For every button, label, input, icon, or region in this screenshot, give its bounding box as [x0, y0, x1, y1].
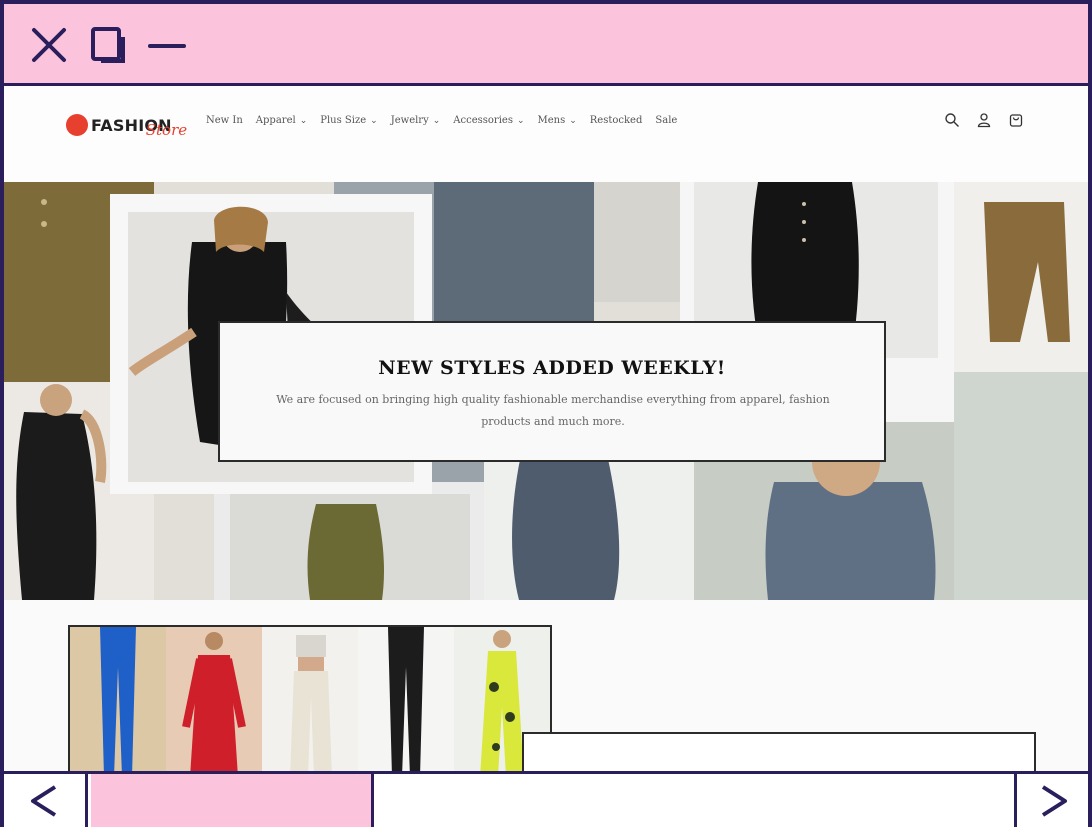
- window-titlebar: [4, 4, 1088, 86]
- minimize-icon[interactable]: [146, 24, 188, 66]
- hero-collage: NEW STYLES ADDED WEEKLY! We are focused …: [4, 182, 1088, 600]
- nav-label: New In: [206, 115, 243, 126]
- product-tile[interactable]: [358, 627, 454, 773]
- chevron-down-icon: ⌄: [516, 115, 525, 126]
- scrollbar-thumb[interactable]: [91, 774, 374, 827]
- nav-item-apparel[interactable]: Apparel ⌄: [256, 115, 307, 126]
- close-icon[interactable]: [28, 24, 70, 66]
- account-icon[interactable]: [976, 112, 992, 128]
- nav-label: Accessories: [453, 115, 513, 126]
- product-image: [182, 632, 246, 773]
- maximize-icon[interactable]: [88, 24, 130, 66]
- chevron-down-icon: ⌄: [299, 115, 308, 126]
- nav-label: Mens: [537, 115, 566, 126]
- nav-label: Sale: [655, 115, 678, 126]
- nav-item-sale[interactable]: Sale: [655, 115, 677, 126]
- product-image: [388, 627, 424, 773]
- nav-item-new-in[interactable]: New In: [206, 115, 243, 126]
- chevron-down-icon: ⌄: [569, 115, 577, 126]
- scroll-left-button[interactable]: [4, 774, 88, 827]
- product-tile[interactable]: [262, 627, 358, 773]
- product-image: [290, 635, 332, 773]
- store-logo[interactable]: FASHION Store: [66, 110, 187, 140]
- header-icons: [944, 112, 1024, 128]
- nav-item-restocked[interactable]: Restocked: [590, 115, 643, 126]
- chevron-left-icon: [30, 784, 56, 817]
- logo-mark: [66, 114, 88, 136]
- hero-title: NEW STYLES ADDED WEEKLY!: [378, 357, 726, 379]
- cart-icon[interactable]: [1008, 112, 1024, 128]
- nav-label: Restocked: [589, 115, 643, 126]
- product-image: [100, 627, 136, 773]
- main-nav: New In Apparel ⌄ Plus Size ⌄ Jewelry ⌄ Acce…: [206, 115, 690, 126]
- nav-item-accessories[interactable]: Accessories ⌄: [453, 115, 524, 126]
- nav-label: Apparel: [255, 115, 296, 126]
- nav-item-plus-size[interactable]: Plus Size ⌄: [320, 115, 377, 126]
- hero-banner: NEW STYLES ADDED WEEKLY! We are focused …: [218, 321, 886, 462]
- hero-text: We are focused on bringing high quality …: [276, 393, 830, 428]
- product-strip: [68, 625, 552, 775]
- search-icon[interactable]: [944, 112, 960, 128]
- nav-item-jewelry[interactable]: Jewelry ⌄: [391, 115, 441, 126]
- product-tile[interactable]: [70, 627, 166, 773]
- chevron-down-icon: ⌄: [370, 115, 378, 126]
- nav-item-mens[interactable]: Mens ⌄: [538, 115, 577, 126]
- chevron-right-icon: [1041, 784, 1067, 817]
- chevron-down-icon: ⌄: [432, 115, 441, 126]
- scroll-right-button[interactable]: [1014, 774, 1088, 827]
- site-header: FASHION Store New In Apparel ⌄ Plus Size ⌄…: [4, 86, 1088, 182]
- nav-label: Jewelry: [390, 115, 429, 126]
- product-tile[interactable]: [166, 627, 262, 773]
- nav-label: Plus Size: [320, 115, 367, 126]
- browser-window: FASHION Store New In Apparel ⌄ Plus Size ⌄…: [0, 0, 1092, 827]
- logo-script: Store: [145, 121, 188, 139]
- horizontal-scrollbar[interactable]: [4, 771, 1088, 827]
